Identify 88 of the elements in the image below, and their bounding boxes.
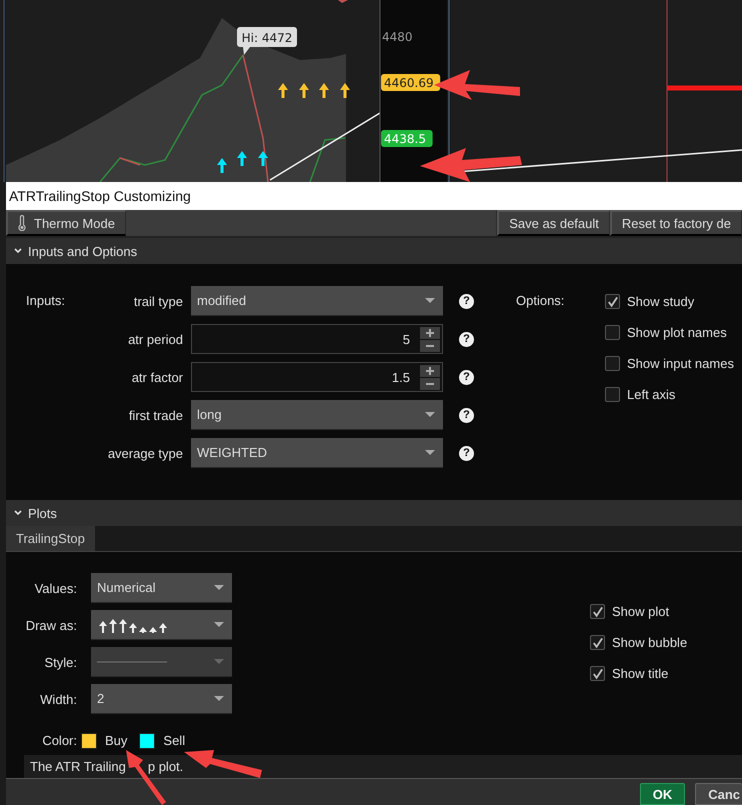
checkbox[interactable] bbox=[590, 635, 605, 650]
checkbox-label: Show study bbox=[627, 294, 694, 309]
axis-label: 4480 bbox=[382, 30, 413, 44]
line-style-icon bbox=[97, 660, 167, 664]
field-label: Color: bbox=[41, 733, 77, 748]
caret-icon bbox=[425, 412, 435, 417]
help-icon[interactable]: ? bbox=[459, 408, 474, 422]
signal-arrow-icon bbox=[258, 151, 268, 166]
minus-icon bbox=[426, 382, 434, 384]
color-swatch[interactable] bbox=[81, 732, 97, 748]
signal-arrow-icon bbox=[278, 83, 288, 98]
help-icon[interactable]: ? bbox=[459, 370, 474, 384]
dropdown[interactable]: Numerical bbox=[91, 573, 232, 603]
checkbox[interactable] bbox=[605, 387, 620, 402]
checkbox-label: Show plot names bbox=[627, 325, 727, 340]
increment-button[interactable] bbox=[420, 364, 440, 376]
help-icon[interactable]: ? bbox=[459, 446, 474, 460]
color-swatch[interactable] bbox=[139, 732, 156, 748]
options-label: Options: bbox=[515, 292, 566, 310]
caret-icon bbox=[214, 696, 224, 701]
signal-arrow-icon bbox=[217, 158, 227, 173]
input-label: trail type bbox=[132, 294, 183, 308]
signal-arrow-icon bbox=[299, 83, 309, 98]
dropdown[interactable]: WEIGHTED bbox=[191, 438, 443, 468]
number-field[interactable]: 1.5 bbox=[191, 362, 443, 392]
signal-arrow-icon bbox=[319, 83, 329, 98]
caret-icon bbox=[214, 659, 224, 664]
thermometer-icon bbox=[18, 215, 26, 231]
checkbox[interactable] bbox=[605, 356, 620, 371]
inputs-label: Inputs: bbox=[25, 292, 66, 310]
price-bubble: 4460.69 bbox=[381, 74, 440, 91]
chevron-down-icon[interactable] bbox=[14, 509, 22, 517]
checkbox[interactable] bbox=[605, 325, 620, 340]
help-icon[interactable]: ? bbox=[459, 294, 474, 308]
plot-tab[interactable]: TrailingStop bbox=[6, 526, 95, 551]
number-field[interactable]: 5 bbox=[191, 324, 443, 354]
ok-button[interactable]: OK bbox=[640, 783, 686, 805]
price-bubble: 4438.5 bbox=[381, 130, 433, 147]
section-title: Plots bbox=[28, 506, 57, 520]
checkbox[interactable] bbox=[605, 294, 620, 309]
checkbox-label: Left axis bbox=[627, 387, 676, 402]
plus-icon bbox=[426, 328, 434, 336]
arrows-style-icon bbox=[97, 616, 169, 632]
input-label: atr period bbox=[127, 332, 183, 346]
color-label: Sell bbox=[163, 733, 186, 748]
minus-icon bbox=[426, 344, 434, 346]
caret-icon bbox=[214, 585, 224, 590]
caret-icon bbox=[425, 298, 435, 303]
input-label: first trade bbox=[128, 408, 183, 422]
chevron-down-icon[interactable] bbox=[14, 247, 22, 255]
section-header[interactable]: Plots bbox=[6, 500, 742, 526]
signal-arrow-icon bbox=[340, 83, 350, 98]
checkbox-label: Show bubble bbox=[612, 635, 688, 650]
caret-icon bbox=[214, 622, 224, 627]
dropdown[interactable]: modified bbox=[191, 286, 443, 316]
input-label: atr factor bbox=[130, 370, 183, 384]
toolbar-button[interactable]: Thermo Mode bbox=[6, 210, 126, 236]
dialog-button[interactable]: Canc bbox=[695, 783, 742, 805]
toolbar-button[interactable]: Save as default bbox=[497, 210, 610, 236]
signal-arrow-icon bbox=[237, 151, 247, 166]
decrement-button[interactable] bbox=[420, 378, 440, 390]
field-label: Style: bbox=[43, 654, 77, 670]
checkbox-label: Show plot bbox=[612, 604, 670, 619]
section-header[interactable]: Inputs and Options bbox=[6, 238, 742, 264]
plus-icon bbox=[426, 366, 434, 374]
caret-icon bbox=[425, 450, 435, 455]
description-text: p plot. bbox=[148, 759, 184, 774]
help-icon[interactable]: ? bbox=[459, 332, 474, 346]
toolbar-button[interactable]: Reset to factory de bbox=[610, 210, 742, 236]
checkbox[interactable] bbox=[590, 666, 605, 681]
field-label: Width: bbox=[39, 692, 77, 706]
color-label: Buy bbox=[105, 733, 128, 748]
checkbox-label: Show input names bbox=[627, 356, 734, 371]
window-title: ATRTrailingStop Customizing bbox=[6, 182, 742, 210]
price-line bbox=[309, 137, 346, 182]
section-title: Inputs and Options bbox=[28, 244, 138, 258]
checkbox-label: Show title bbox=[612, 666, 668, 681]
checkbox[interactable] bbox=[590, 604, 605, 619]
field-label: Values: bbox=[34, 580, 77, 596]
input-label: average type bbox=[106, 446, 183, 460]
description-text: The ATR Trailing bbox=[30, 759, 126, 774]
increment-button[interactable] bbox=[420, 326, 440, 338]
dropdown[interactable]: 2 bbox=[91, 684, 232, 714]
dropdown[interactable]: long bbox=[191, 400, 443, 430]
signal-arrow-icon bbox=[338, 0, 348, 3]
dropdown[interactable] bbox=[91, 610, 232, 640]
field-label: Draw as: bbox=[24, 618, 77, 632]
decrement-button[interactable] bbox=[420, 340, 440, 352]
